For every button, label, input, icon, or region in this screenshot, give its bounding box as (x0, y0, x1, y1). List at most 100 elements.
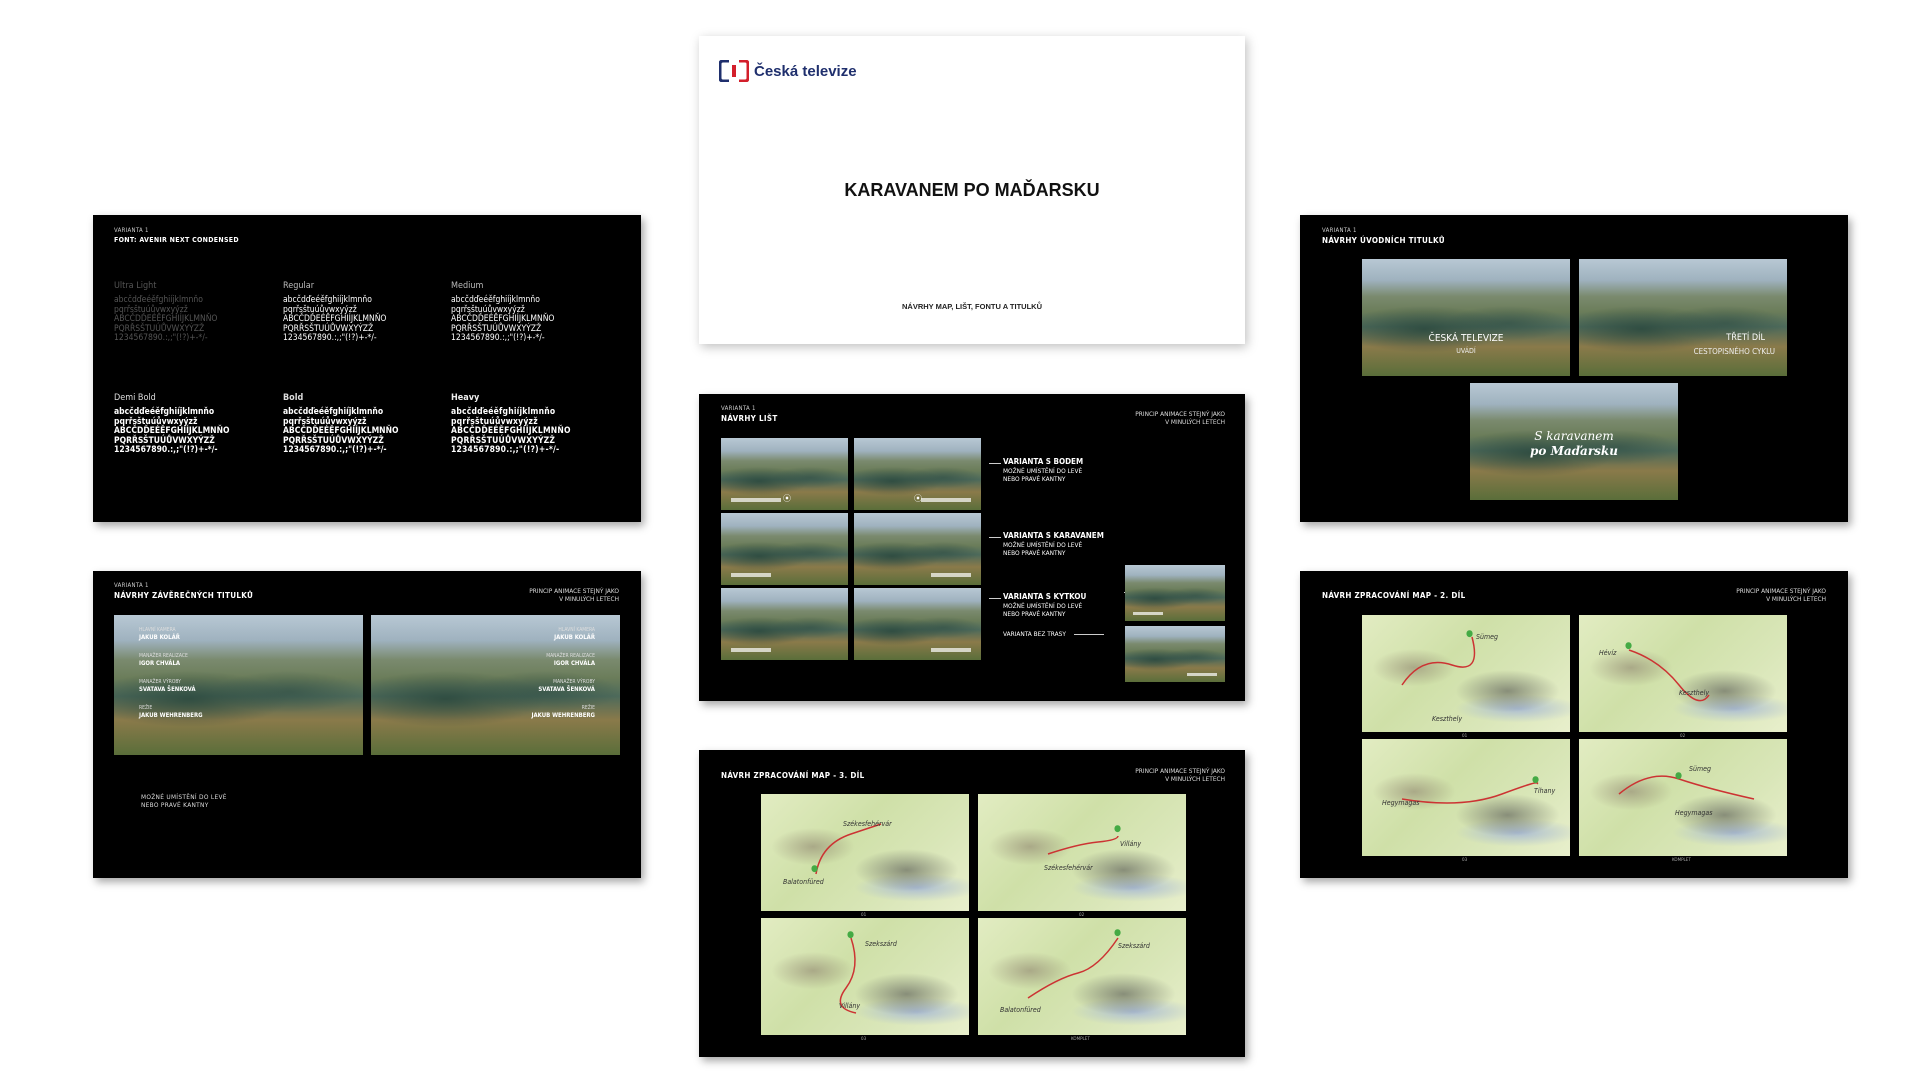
variant-bod: VARIANTA S BODEM MOŽNÉ UMÍSTĚNÍ DO LEVÉ … (1003, 457, 1084, 484)
variant-divider (989, 463, 1001, 464)
intro-card-1-main: ČESKÁ TELEVIZE (1428, 333, 1504, 344)
lista-thumb-small (1125, 626, 1225, 682)
map-tile: ● Szekszárd Villány (761, 918, 969, 1035)
map-place-label: Sümeg (1689, 765, 1712, 773)
map-caption: 03 (861, 1037, 867, 1042)
end-title: NÁVRHY ZÁVĚREČNÝCH TITULKŮ (114, 591, 254, 600)
font-weight-name: Regular (283, 281, 315, 291)
listy-note: PRINCIP ANIMACE STEJNÝ JAKO V MINULÝCH L… (1135, 410, 1225, 426)
map-caption: 03 (1462, 858, 1468, 863)
intro-card-2-main: TŘETÍ DÍL (1726, 333, 1765, 343)
credit-role: MANAŽER REALIZACE (546, 653, 595, 659)
credit-name: IGOR CHVÁLA (139, 660, 181, 667)
ct-logo-icon (719, 60, 749, 82)
route-line (1401, 782, 1539, 804)
lista-bar (731, 498, 781, 502)
map-tile: ● Székesfehérvár Balatonfüred (761, 794, 969, 911)
listy-note-line2: V MINULÝCH LETECH (1165, 418, 1225, 426)
font-weight-bold: Bold abcčdďeéěfghiíjklmnňo pqrřsštuúůvwx… (283, 393, 443, 456)
map-place-label: Hegymagas (1382, 799, 1420, 807)
font-sample-line: 1234567890.:,;"(!?)+-*/- (114, 445, 218, 455)
credit-name: SVATAVA ŠENKOVÁ (538, 686, 595, 693)
route-line (815, 823, 882, 875)
map-place-label: Tihany (1534, 787, 1556, 795)
font-weight-name: Ultra Light (114, 281, 157, 291)
intro-card-3: S karavanem po Maďarsku (1470, 383, 1678, 500)
maps3-note-line1: PRINCIP ANIMACE STEJNÝ JAKO (1135, 767, 1225, 775)
font-variant: VARIANTA 1 (114, 227, 149, 234)
map-place-label: Balatonfüred (1000, 1006, 1041, 1014)
maps2-note: PRINCIP ANIMACE STEJNÝ JAKO V MINULÝCH L… (1736, 587, 1826, 603)
credit-name: SVATAVA ŠENKOVÁ (139, 686, 196, 693)
route-line (1618, 775, 1755, 800)
maps2-note-line2: V MINULÝCH LETECH (1766, 595, 1826, 603)
credit: HLAVNÍ KAMERA JAKUB KOLÁŘ (554, 627, 595, 641)
variant-karavan: VARIANTA S KARAVANEM MOŽNÉ UMÍSTĚNÍ DO L… (1003, 531, 1104, 558)
lista-thumb (854, 513, 981, 585)
map-place-label: Keszthely (1679, 689, 1710, 697)
variant-bez-trasy: VARIANTA BEZ TRASY (1003, 630, 1066, 639)
lista-thumb (721, 588, 848, 660)
font-weight-name: Demi Bold (114, 393, 156, 403)
lista-bar (1133, 612, 1163, 615)
cover-subtitle: NÁVRHY MAP, LIŠT, FONTU A TITULKŮ (901, 302, 1042, 311)
pin-icon: ● (1114, 824, 1122, 834)
end-note: PRINCIP ANIMACE STEJNÝ JAKO V MINULÝCH L… (529, 587, 619, 603)
map-tile: ● Hegymagas Tihany (1362, 739, 1570, 856)
maps2-slide: NÁVRH ZPRACOVÁNÍ MAP - 2. DÍL PRINCIP AN… (1300, 571, 1848, 878)
ct-logo: Česká televize (719, 60, 857, 82)
map-place-label: Szekszárd (1118, 942, 1150, 950)
variant-kytka-title: VARIANTA S KYTKOU (1003, 592, 1087, 601)
pin-icon: ● (1466, 629, 1474, 639)
pin-icon: ● (1625, 641, 1633, 651)
pin-icon: ● (847, 930, 855, 940)
credit: MANAŽER REALIZACE IGOR CHVÁLA (139, 653, 188, 667)
credit-name: JAKUB WEHRENBERG (139, 712, 203, 719)
listy-variant: VARIANTA 1 (721, 405, 756, 412)
map-place-label: Keszthely (1432, 715, 1463, 723)
lista-bar (731, 648, 771, 652)
font-weight-ultralight: Ultra Light abcčdďeéěfghiíjklmnňo pqrřsš… (114, 281, 274, 344)
maps2-note-line1: PRINCIP ANIMACE STEJNÝ JAKO (1736, 587, 1826, 595)
map-tile: ● Hévíz Keszthely (1579, 615, 1787, 732)
lista-bar (931, 648, 971, 652)
intro-title: NÁVRHY ÚVODNÍCH TITULKŮ (1322, 236, 1445, 245)
variant-kytka: VARIANTA S KYTKOU MOŽNÉ UMÍSTĚNÍ DO LEVÉ… (1003, 592, 1087, 619)
font-title: FONT: AVENIR NEXT CONDENSED (114, 236, 239, 244)
variant-divider (989, 537, 1001, 538)
pin-icon: ● (1114, 928, 1122, 938)
font-weight-medium: Medium abcčdďeéěfghiíjklmnňo pqrřsštuúův… (451, 281, 611, 344)
variant-karavan-line1: MOŽNÉ UMÍSTĚNÍ DO LEVÉ (1003, 540, 1083, 549)
map-caption: 02 (1680, 734, 1686, 739)
maps3-note: PRINCIP ANIMACE STEJNÝ JAKO V MINULÝCH L… (1135, 767, 1225, 783)
route-line (1628, 649, 1710, 702)
maps3-note-line2: V MINULÝCH LETECH (1165, 775, 1225, 783)
credit-role: REŽIE (139, 705, 153, 711)
intro-variant: VARIANTA 1 (1322, 227, 1357, 234)
map-place-label: Szekszárd (865, 940, 897, 948)
listy-note-line1: PRINCIP ANIMACE STEJNÝ JAKO (1135, 410, 1225, 418)
end-variant: VARIANTA 1 (114, 582, 149, 589)
credit-role: MANAŽER VÝROBY (139, 679, 181, 685)
map-place-label: Hévíz (1599, 649, 1617, 657)
credit-role: HLAVNÍ KAMERA (558, 627, 595, 633)
credit-role: REŽIE (581, 705, 595, 711)
map-caption: KOMPLET (1672, 858, 1691, 863)
variant-bod-title: VARIANTA S BODEM (1003, 457, 1084, 466)
font-sample-line: 1234567890.:,;"(!?)+-*/- (451, 445, 560, 455)
intro-card-1: ČESKÁ TELEVIZE UVÁDÍ (1362, 259, 1570, 376)
font-sample-line: 1234567890.:,;"(!?)+-*/- (283, 445, 387, 455)
map-place-label: Villány (839, 1002, 861, 1010)
map-caption: 01 (861, 913, 867, 918)
font-sample-line: 1234567890.:,;"(!?)+-*/- (114, 333, 208, 343)
end-bottom-line2: NEBO PRAVÉ KANTNY (141, 801, 209, 809)
map-tile: ● Sümeg Keszthely (1362, 615, 1570, 732)
route-line (1047, 835, 1119, 855)
end-titles-slide: VARIANTA 1 NÁVRHY ZÁVĚREČNÝCH TITULKŮ PR… (93, 571, 641, 878)
map-tile: ● Villány Székesfehérvár (978, 794, 1186, 911)
intro-card-3-line1: S karavanem (1534, 429, 1614, 443)
map-place-label: Székesfehérvár (1044, 864, 1093, 872)
route-line (1027, 937, 1119, 999)
pin-icon: ⦿ (783, 494, 791, 503)
map-place-label: Balatonfüred (783, 878, 824, 886)
